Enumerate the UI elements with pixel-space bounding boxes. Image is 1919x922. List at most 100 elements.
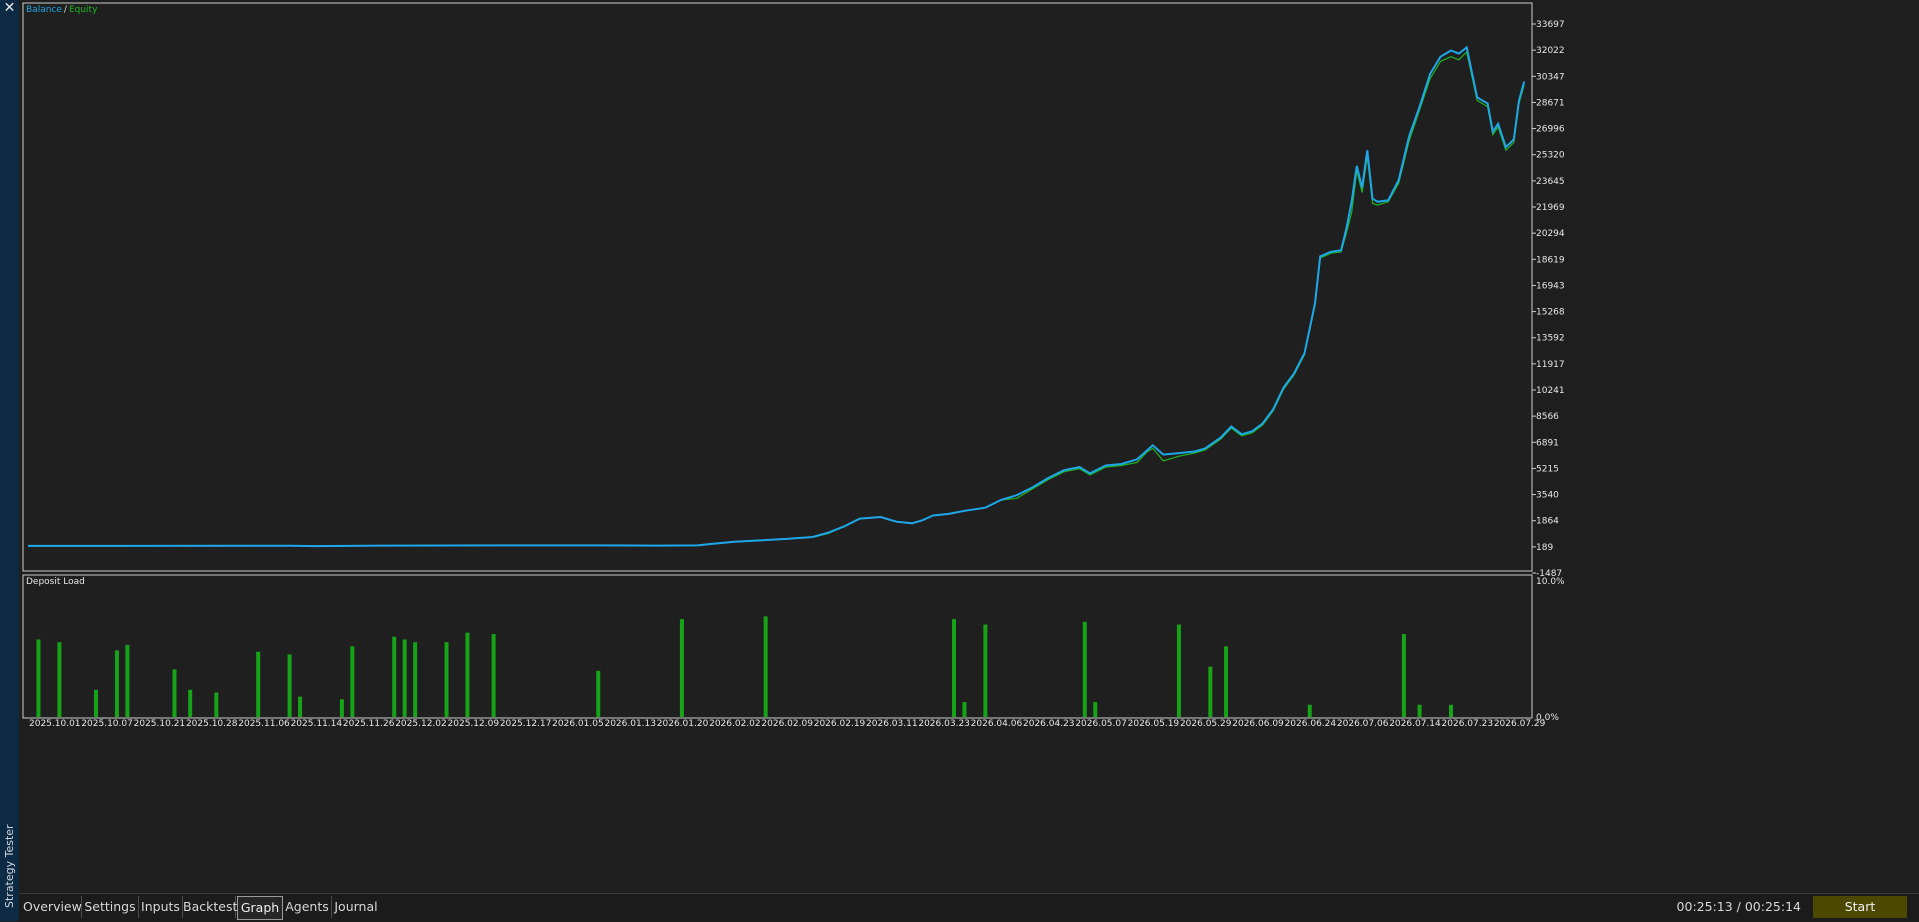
y-tick-label: 11917: [1536, 360, 1565, 370]
y-tick-label: 16943: [1536, 281, 1565, 291]
x-tick-label: 2025.11.06: [238, 719, 290, 729]
x-tick-label: 2025.12.02: [395, 719, 447, 729]
deposit-load-bar: [57, 642, 62, 717]
x-tick-label: 2026.05.07: [1075, 719, 1127, 729]
tab-backtest[interactable]: Backtest: [183, 896, 237, 918]
close-icon[interactable]: ✕: [1, 0, 18, 16]
x-tick-label: 2025.11.14: [291, 719, 343, 729]
x-tick-label: 2025.10.07: [81, 719, 133, 729]
y-tick-label: 21969: [1536, 203, 1565, 213]
y-tick-label: 20294: [1536, 229, 1565, 239]
deposit-load-bar: [214, 692, 219, 717]
deposit-load-bar: [298, 696, 303, 717]
deposit-load-bar: [114, 650, 119, 717]
x-tick-label: 2026.04.23: [1023, 719, 1075, 729]
x-axis: 2025.10.01 2025.10.07 2025.10.21 2025.10.28…: [29, 719, 1546, 729]
y-tick-label: 10241: [1536, 386, 1565, 396]
deposit-load-title: Deposit Load: [26, 577, 85, 587]
y-tick-label: 6891: [1536, 438, 1559, 448]
sidebar-title: Strategy Tester: [3, 824, 16, 908]
deposit-load-bar: [188, 689, 193, 717]
y-tick-label: 8566: [1536, 412, 1559, 422]
y-tick-label: 18619: [1536, 255, 1565, 265]
deposit-load-bar: [962, 702, 967, 717]
tab-inputs[interactable]: Inputs: [139, 896, 183, 918]
tester-graph: Balance / Equity 3369732022303472867126996…: [19, 0, 1919, 893]
x-tick-label: 2025.12.17: [500, 719, 552, 729]
x-tick-label: 2025.11.26: [343, 719, 395, 729]
y-tick-label: 189: [1536, 543, 1553, 553]
deposit-load-bar: [596, 670, 601, 717]
tab-graph[interactable]: Graph: [237, 896, 283, 920]
deposit-load-bar: [1401, 634, 1406, 717]
tab-journal[interactable]: Journal: [332, 896, 380, 918]
deposit-load-bar: [444, 642, 449, 717]
x-tick-label: 2026.06.24: [1285, 719, 1337, 729]
legend-balance: Balance: [26, 5, 62, 15]
x-tick-label: 2026.02.19: [814, 719, 866, 729]
strategy-tester-sidebar: ✕ Strategy Tester: [0, 0, 20, 921]
x-tick-label: 2026.03.23: [918, 719, 970, 729]
x-tick-label: 2025.10.21: [134, 719, 186, 729]
deposit-load-bar: [1417, 704, 1422, 717]
deposit-load-bar: [1448, 704, 1453, 717]
deposit-load-bar: [287, 654, 292, 717]
deposit-load-bar: [172, 669, 177, 717]
x-tick-label: 2026.05.29: [1180, 719, 1232, 729]
deposit-load-bar: [1224, 646, 1229, 717]
tab-overview[interactable]: Overview: [23, 896, 82, 918]
y-tick-label: 13592: [1536, 334, 1565, 344]
x-tick-label: 2026.07.23: [1442, 719, 1494, 729]
tester-tab-bar: Overview Settings Inputs Backtest Graph …: [19, 893, 1919, 922]
start-button[interactable]: Start: [1813, 896, 1907, 918]
x-tick-label: 2025.10.01: [29, 719, 81, 729]
y-tick-label: 25320: [1536, 151, 1565, 161]
y-tick-label: 1864: [1536, 517, 1559, 527]
x-tick-label: 2025.10.28: [186, 719, 238, 729]
x-tick-label: 2026.01.20: [657, 719, 709, 729]
x-tick-label: 2026.02.02: [709, 719, 761, 729]
deposit-load-bar: [36, 639, 41, 717]
deposit-load-bar: [763, 616, 768, 717]
deposit-load-bar: [983, 624, 988, 717]
x-tick-label: 2026.06.09: [1232, 719, 1284, 729]
elapsed-timer: 00:25:13 / 00:25:14: [1676, 899, 1801, 914]
tab-settings[interactable]: Settings: [82, 896, 139, 918]
deposit-load-bar: [491, 634, 496, 717]
deposit-load-bar: [1208, 666, 1213, 717]
deposit-load-bar: [339, 699, 344, 717]
x-tick-label: 2026.07.29: [1494, 719, 1546, 729]
deposit-load-bar: [1307, 704, 1312, 717]
tab-agents[interactable]: Agents: [283, 896, 332, 918]
deposit-load-bar: [1082, 621, 1087, 717]
deposit-load-bar: [94, 689, 99, 717]
y-tick-label: 5215: [1536, 464, 1559, 474]
deposit-load-bar: [256, 651, 261, 717]
deposit-load-bar: [402, 639, 407, 717]
y-tick-label: 32022: [1536, 46, 1565, 56]
deposit-load-bar: [951, 619, 956, 717]
x-tick-label: 2026.03.11: [866, 719, 918, 729]
x-tick-label: 2026.01.13: [604, 719, 656, 729]
y-tick-label: 30347: [1536, 72, 1565, 82]
x-tick-label: 2026.02.09: [761, 719, 813, 729]
y-tick-label: 33697: [1536, 20, 1565, 30]
y-tick-label: 26996: [1536, 125, 1565, 135]
x-tick-label: 2026.01.05: [552, 719, 604, 729]
x-tick-label: 2026.05.19: [1128, 719, 1180, 729]
y-tick-label: 28671: [1536, 98, 1565, 108]
y-tick-label: 23645: [1536, 177, 1565, 187]
legend-equity: Equity: [69, 5, 98, 15]
deposit-y-tick-label: 10.0%: [1536, 577, 1565, 587]
x-tick-label: 2026.07.14: [1389, 719, 1441, 729]
deposit-load-bar: [465, 632, 470, 717]
deposit-load-panel: Deposit Load 10.0%0.0%: [22, 574, 1565, 723]
deposit-load-bar: [679, 619, 684, 717]
y-tick-label: 3540: [1536, 491, 1559, 501]
deposit-load-bar: [350, 646, 355, 717]
x-tick-label: 2025.12.09: [448, 719, 500, 729]
y-tick-label: 15268: [1536, 308, 1565, 318]
main-chart-panel: Balance / Equity 3369732022303472867126996…: [22, 2, 1565, 579]
deposit-load-bar: [413, 642, 418, 717]
deposit-load-bar: [1093, 702, 1098, 717]
